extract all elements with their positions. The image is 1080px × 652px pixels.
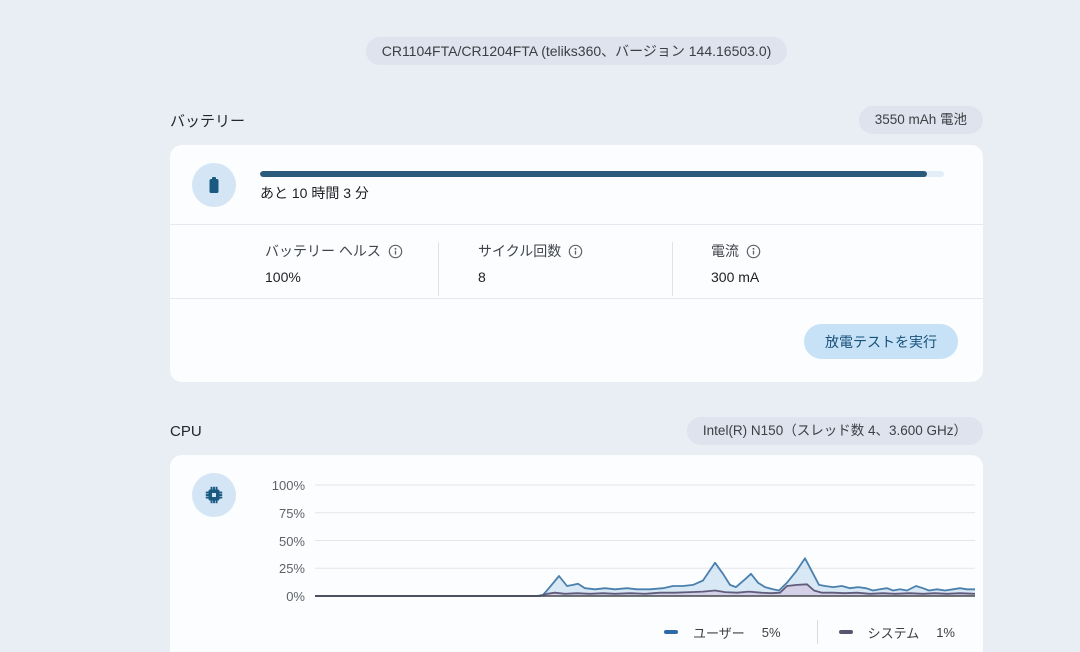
- ytick-75: 75%: [225, 505, 305, 523]
- cpu-chart-legend: ユーザー 5% システム 1%: [664, 620, 955, 644]
- battery-health-value: 100%: [265, 269, 438, 285]
- cycle-count-label-row: サイクル回数: [478, 241, 672, 261]
- divider: [170, 298, 983, 299]
- info-icon[interactable]: [388, 244, 403, 259]
- legend-item-system: システム 1%: [839, 623, 955, 642]
- cpu-section-title: CPU: [170, 423, 202, 440]
- battery-health-label: バッテリー ヘルス: [265, 241, 381, 261]
- cycle-count-stat: サイクル回数 8: [439, 241, 672, 296]
- battery-icon-circle: [192, 163, 236, 207]
- ytick-0: 0%: [225, 588, 305, 606]
- current-value: 300 mA: [711, 269, 761, 285]
- current-label: 電流: [711, 241, 739, 261]
- cpu-chip-icon: [202, 483, 226, 507]
- legend-divider: [817, 620, 818, 644]
- battery-section-title: バッテリー: [170, 110, 245, 131]
- diagnostics-page: CR1104FTA/CR1204FTA (teliks360、バージョン 144…: [170, 0, 983, 652]
- cpu-card: 100% 75% 50% 25% 0% ユーザー 5% システム: [170, 455, 983, 652]
- device-banner: CR1104FTA/CR1204FTA (teliks360、バージョン 144…: [170, 37, 983, 65]
- current-label-row: 電流: [711, 241, 761, 261]
- ytick-25: 25%: [225, 560, 305, 578]
- user-legend-label: ユーザー: [693, 623, 745, 642]
- ytick-50: 50%: [225, 533, 305, 551]
- battery-time-remaining: あと 10 時間 3 分: [260, 183, 369, 203]
- info-icon[interactable]: [746, 244, 761, 259]
- system-legend-swatch: [839, 630, 853, 634]
- battery-health-label-row: バッテリー ヘルス: [265, 241, 438, 261]
- user-legend-swatch: [664, 630, 678, 634]
- battery-actions: 放電テストを実行: [804, 324, 958, 359]
- battery-charge-bar: [260, 171, 944, 177]
- battery-capacity-badge: 3550 mAh 電池: [859, 106, 983, 134]
- info-icon[interactable]: [568, 244, 583, 259]
- cycle-count-value: 8: [478, 269, 672, 285]
- cpu-section-header: CPU Intel(R) N150（スレッド数 4、3.600 GHz）: [170, 417, 983, 445]
- battery-health-stat: バッテリー ヘルス 100%: [265, 241, 438, 296]
- current-stat: 電流 300 mA: [673, 241, 761, 296]
- battery-charge-fill: [260, 171, 927, 177]
- cpu-usage-chart: [315, 481, 975, 599]
- user-legend-value: 5%: [762, 625, 781, 640]
- cpu-spec-badge: Intel(R) N150（スレッド数 4、3.600 GHz）: [687, 417, 983, 445]
- legend-item-user: ユーザー 5%: [664, 623, 781, 642]
- ytick-100: 100%: [225, 477, 305, 495]
- run-discharge-test-button[interactable]: 放電テストを実行: [804, 324, 958, 359]
- battery-section-header: バッテリー 3550 mAh 電池: [170, 106, 983, 134]
- battery-stats-row: バッテリー ヘルス 100% サイクル回数: [170, 225, 983, 296]
- cycle-count-label: サイクル回数: [478, 241, 561, 261]
- device-banner-pill: CR1104FTA/CR1204FTA (teliks360、バージョン 144…: [366, 37, 788, 65]
- system-legend-label: システム: [868, 623, 920, 642]
- battery-icon: [202, 173, 226, 197]
- system-legend-value: 1%: [936, 625, 955, 640]
- battery-card: あと 10 時間 3 分 バッテリー ヘルス 100% サイクル回数: [170, 145, 983, 382]
